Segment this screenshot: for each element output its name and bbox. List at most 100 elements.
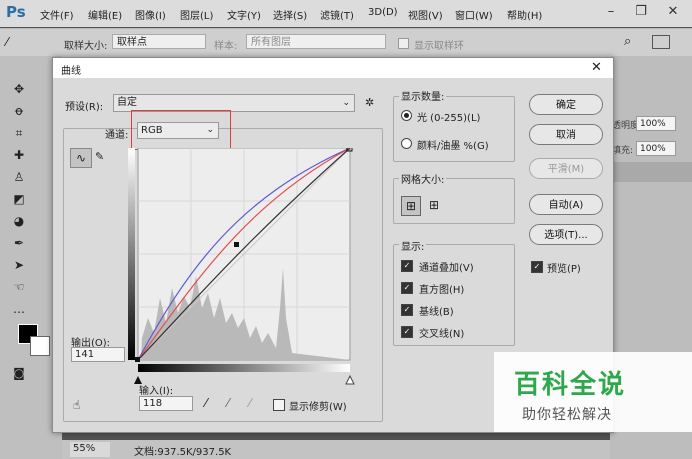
show-clipping-checkbox[interactable]	[273, 399, 285, 411]
fill-field[interactable]: 100%	[636, 141, 676, 156]
input-label: 输入(I):	[139, 386, 174, 397]
hand-tool-icon[interactable]: ☜	[8, 278, 30, 296]
background-color-swatch[interactable]	[30, 336, 50, 356]
curve-control-point[interactable]	[234, 242, 239, 247]
dialog-close-button[interactable]: ✕	[591, 60, 602, 75]
menu-bar: Ps 文件(F) 编辑(E) 图像(I) 图层(L) 文字(Y) 选择(S) 滤…	[0, 0, 692, 27]
preset-value: 自定	[117, 97, 137, 108]
overlay-checkbox[interactable]: ✓	[401, 260, 413, 272]
preset-label: 预设(R):	[65, 102, 104, 113]
pigment-radio[interactable]	[401, 138, 412, 149]
gray-eyedropper-icon[interactable]: ⁄	[227, 396, 229, 410]
options-bar: ⁄ 取样大小: 取样点 样本: 所有图层 显示取样环 ⌕	[0, 28, 692, 57]
chevron-down-icon: ⌄	[342, 98, 350, 108]
curve-edit-icon[interactable]: ∿	[70, 148, 92, 168]
channel-highlight-box	[131, 110, 231, 150]
minimize-button[interactable]: –	[600, 2, 622, 22]
menu-filter[interactable]: 滤镜(T)	[320, 7, 354, 22]
histogram-checkbox[interactable]: ✓	[401, 282, 413, 294]
cancel-button[interactable]: 取消	[529, 124, 603, 145]
sample-label: 样本:	[214, 41, 238, 52]
fill-label: 填充:	[612, 146, 634, 156]
output-field[interactable]: 141	[71, 347, 125, 362]
watermark: 百科全说 助你轻松解决	[494, 352, 692, 432]
layer-row[interactable]	[610, 162, 692, 182]
search-icon[interactable]: ⌕	[624, 34, 631, 49]
black-eyedropper-icon[interactable]: ⁄	[205, 396, 207, 410]
opacity-field[interactable]: 100%	[636, 116, 676, 131]
target-adjust-icon[interactable]: ☝	[73, 398, 80, 412]
menu-view[interactable]: 视图(V)	[408, 7, 443, 22]
photoshop-logo: Ps	[6, 3, 26, 21]
watermark-title: 百科全说	[514, 370, 627, 400]
sample-size-label: 取样大小:	[64, 41, 108, 52]
preview-label: 预览(P)	[547, 264, 581, 275]
intersection-checkbox[interactable]: ✓	[401, 326, 413, 338]
menu-3d[interactable]: 3D(D)	[368, 7, 398, 18]
show-clipping-label: 显示修剪(W)	[289, 402, 347, 413]
status-bar: 55% 文档:937.5K/937.5K	[62, 440, 610, 459]
menu-select[interactable]: 选择(S)	[273, 7, 307, 22]
grid-simple-icon[interactable]: ⊞	[401, 196, 421, 216]
restore-button[interactable]: ❐	[630, 2, 652, 22]
eraser-tool-icon[interactable]: ◩	[8, 190, 30, 208]
blur-tool-icon[interactable]: ◕	[8, 212, 30, 230]
lasso-tool-icon[interactable]: ꝋ	[8, 102, 30, 120]
baseline-checkbox[interactable]: ✓	[401, 304, 413, 316]
move-tool-icon[interactable]: ✥	[8, 80, 30, 98]
close-window-button[interactable]: ✕	[662, 2, 684, 22]
preset-gear-icon[interactable]: ✲	[365, 96, 374, 109]
show-amount-group	[393, 96, 515, 162]
pen-tool-icon[interactable]: ✒	[8, 234, 30, 252]
sample-select[interactable]: 所有图层	[246, 34, 386, 49]
show-title: 显示:	[399, 238, 427, 253]
crop-tool-icon[interactable]: ⌗	[8, 124, 30, 142]
stamp-tool-icon[interactable]: ♙	[8, 168, 30, 186]
curve-graph[interactable]	[128, 148, 358, 388]
auto-button[interactable]: 自动(A)	[529, 194, 603, 215]
smooth-button[interactable]: 平滑(M)	[529, 158, 603, 179]
input-gradient-bar	[138, 364, 350, 372]
watermark-subtitle: 助你轻松解决	[522, 407, 612, 423]
light-radio[interactable]	[401, 110, 412, 121]
intersection-label: 交叉线(N)	[419, 329, 465, 340]
more-tools-icon[interactable]: …	[8, 300, 30, 318]
show-ring-checkbox[interactable]	[398, 38, 409, 49]
curve-endpoint-black[interactable]	[135, 357, 140, 362]
show-ring-label: 显示取样环	[414, 41, 464, 52]
input-field[interactable]: 118	[139, 396, 193, 411]
options-button[interactable]: 选项(T)...	[529, 224, 603, 245]
menu-window[interactable]: 窗口(W)	[455, 7, 493, 22]
show-amount-title: 显示数量:	[399, 88, 447, 103]
white-eyedropper-icon[interactable]: ⁄	[249, 396, 251, 410]
menu-layer[interactable]: 图层(L)	[180, 7, 213, 22]
menu-type[interactable]: 文字(Y)	[227, 7, 261, 22]
pigment-radio-label: 颜料/油墨 %(G)	[417, 141, 489, 152]
preview-checkbox[interactable]: ✓	[531, 261, 543, 273]
channel-label: 通道:	[105, 130, 129, 141]
menu-file[interactable]: 文件(F)	[40, 7, 74, 22]
sample-size-select[interactable]: 取样点	[112, 34, 206, 49]
eyedropper-icon[interactable]: ⁄	[6, 35, 22, 49]
dialog-titlebar: 曲线 ✕	[53, 58, 613, 78]
output-gradient-bar	[128, 148, 135, 360]
baseline-label: 基线(B)	[419, 307, 454, 318]
menu-edit[interactable]: 编辑(E)	[88, 7, 122, 22]
healing-tool-icon[interactable]: ✚	[8, 146, 30, 164]
path-select-tool-icon[interactable]: ➤	[8, 256, 30, 274]
overlay-label: 通道叠加(V)	[419, 263, 474, 274]
grid-size-title: 网格大小:	[399, 171, 447, 186]
doc-size: 文档:937.5K/937.5K	[134, 447, 232, 458]
menu-help[interactable]: 帮助(H)	[507, 7, 542, 22]
white-point-slider[interactable]	[345, 374, 355, 385]
pencil-icon[interactable]: ✎	[95, 150, 104, 163]
workspace-icon[interactable]	[652, 35, 670, 49]
menu-image[interactable]: 图像(I)	[135, 7, 166, 22]
zoom-field[interactable]: 55%	[70, 442, 110, 457]
histogram-label: 直方图(H)	[419, 285, 465, 296]
ok-button[interactable]: 确定	[529, 94, 603, 115]
light-radio-label: 光 (0-255)(L)	[417, 113, 481, 124]
grid-detailed-icon[interactable]: ⊞	[425, 196, 443, 214]
quick-mask-icon[interactable]: ◙	[8, 364, 30, 382]
dialog-title: 曲线	[61, 66, 81, 77]
